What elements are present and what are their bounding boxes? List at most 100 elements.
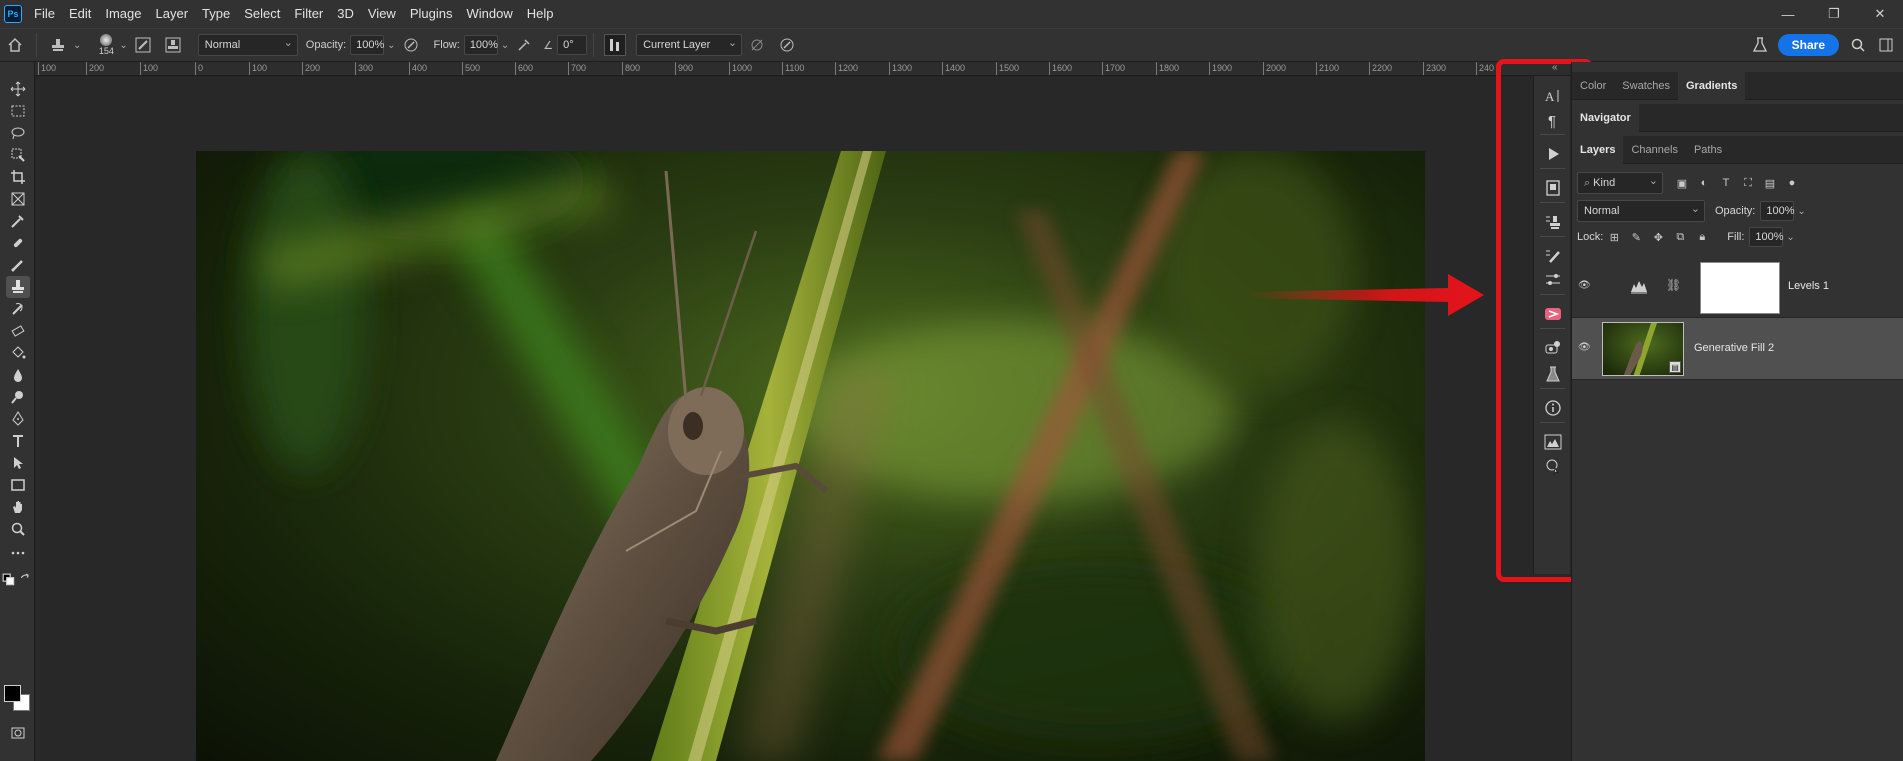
- menu-select[interactable]: Select: [237, 0, 287, 28]
- layer-mask-thumbnail[interactable]: [1700, 262, 1780, 314]
- hand-tool-icon[interactable]: [6, 496, 30, 518]
- chevron-down-icon[interactable]: ⌄: [73, 40, 81, 51]
- libraries-icon[interactable]: [1540, 302, 1566, 326]
- chevron-down-icon[interactable]: ⌄: [501, 40, 509, 51]
- filter-pixel-icon[interactable]: ▣: [1673, 174, 1691, 192]
- pressure-size-icon[interactable]: [776, 34, 798, 56]
- learn-icon[interactable]: [1540, 454, 1566, 478]
- mode-select[interactable]: Normal: [197, 34, 298, 56]
- adjustments-icon[interactable]: [1540, 268, 1566, 292]
- minimize-button[interactable]: —: [1765, 0, 1811, 28]
- clone-source-icon[interactable]: [1540, 210, 1566, 234]
- eye-icon[interactable]: 👁︎: [1578, 342, 1594, 354]
- layer-opacity-input[interactable]: 100%: [1760, 201, 1795, 221]
- lock-position-icon[interactable]: ✥: [1649, 228, 1667, 246]
- layer-name[interactable]: Generative Fill 2: [1694, 342, 1774, 354]
- chevron-down-icon[interactable]: ⌄: [119, 40, 127, 51]
- zoom-tool-icon[interactable]: [6, 518, 30, 540]
- menu-file[interactable]: File: [27, 0, 62, 28]
- grasshopper-photo[interactable]: [196, 151, 1425, 761]
- paint-bucket-tool-icon[interactable]: [6, 342, 30, 364]
- pressure-opacity-icon[interactable]: [400, 34, 422, 56]
- filter-adjustment-icon[interactable]: ◐: [1695, 174, 1713, 192]
- tab-color[interactable]: Color: [1572, 72, 1614, 100]
- eraser-tool-icon[interactable]: [6, 320, 30, 342]
- tab-layers[interactable]: Layers: [1572, 135, 1624, 164]
- filter-smart-object-icon[interactable]: ▤: [1761, 174, 1779, 192]
- brush-settings-toggle-icon[interactable]: [132, 34, 154, 56]
- lasso-tool-icon[interactable]: [6, 122, 30, 144]
- menu-filter[interactable]: Filter: [287, 0, 330, 28]
- home-icon[interactable]: [4, 34, 26, 56]
- document-canvas[interactable]: [36, 77, 1570, 761]
- airbrush-icon[interactable]: [513, 34, 535, 56]
- marquee-tool-icon[interactable]: [6, 100, 30, 122]
- properties-icon[interactable]: [1540, 176, 1566, 200]
- quick-mask-icon[interactable]: [6, 722, 30, 744]
- content-credentials-icon[interactable]: [1540, 336, 1566, 360]
- angle-input[interactable]: 0°: [557, 35, 588, 55]
- lock-all-icon[interactable]: 🔒︎: [1693, 228, 1711, 246]
- brush-tool-icon[interactable]: [6, 254, 30, 276]
- filter-toggle-icon[interactable]: ●: [1783, 174, 1801, 192]
- share-button[interactable]: Share: [1777, 34, 1839, 56]
- menu-window[interactable]: Window: [459, 0, 519, 28]
- blur-tool-icon[interactable]: [6, 364, 30, 386]
- frame-tool-icon[interactable]: [6, 188, 30, 210]
- chevron-down-icon[interactable]: ⌄: [387, 40, 395, 51]
- search-icon[interactable]: [1847, 34, 1869, 56]
- menu-help[interactable]: Help: [520, 0, 561, 28]
- link-icon[interactable]: ⛓: [1666, 278, 1681, 292]
- lock-artboard-icon[interactable]: ⧉: [1671, 228, 1689, 246]
- chevron-down-icon[interactable]: ⌄: [1786, 232, 1794, 243]
- layer-row-generative-fill[interactable]: 👁︎ ▤ Generative Fill 2: [1572, 318, 1903, 380]
- history-brush-tool-icon[interactable]: [6, 298, 30, 320]
- eye-icon[interactable]: 👁︎: [1578, 280, 1594, 292]
- pen-tool-icon[interactable]: [6, 408, 30, 430]
- menu-image[interactable]: Image: [98, 0, 148, 28]
- opacity-input[interactable]: 100%: [350, 35, 384, 55]
- dodge-tool-icon[interactable]: [6, 386, 30, 408]
- menu-plugins[interactable]: Plugins: [403, 0, 460, 28]
- layer-fill-input[interactable]: 100%: [1749, 227, 1784, 247]
- clone-source-toggle-icon[interactable]: [162, 34, 184, 56]
- menu-layer[interactable]: Layer: [149, 0, 196, 28]
- tab-gradients[interactable]: Gradients: [1678, 71, 1746, 100]
- type-tool-icon[interactable]: [6, 430, 30, 452]
- actions-icon[interactable]: [1540, 142, 1566, 166]
- menu-3d[interactable]: 3D: [330, 0, 361, 28]
- beaker-icon[interactable]: [1749, 34, 1771, 56]
- sample-select[interactable]: Current Layer: [636, 34, 743, 56]
- aligned-toggle-icon[interactable]: [604, 34, 627, 56]
- flow-input[interactable]: 100%: [463, 35, 498, 55]
- histogram-icon[interactable]: [1540, 430, 1566, 454]
- info-icon[interactable]: [1540, 396, 1566, 420]
- default-colors-icon[interactable]: [2, 573, 16, 586]
- tab-channels[interactable]: Channels: [1623, 136, 1685, 164]
- eyedropper-tool-icon[interactable]: [6, 210, 30, 232]
- clone-stamp-tool-icon[interactable]: [6, 276, 30, 298]
- foreground-color-swatch[interactable]: [4, 685, 21, 702]
- collapse-panels-icon[interactable]: «: [1552, 62, 1558, 73]
- rectangle-tool-icon[interactable]: [6, 474, 30, 496]
- crop-tool-icon[interactable]: [6, 166, 30, 188]
- paragraph-icon[interactable]: ¶: [1540, 108, 1566, 132]
- tab-paths[interactable]: Paths: [1686, 136, 1730, 164]
- tab-navigator[interactable]: Navigator: [1572, 103, 1639, 132]
- layer-name[interactable]: Levels 1: [1788, 280, 1829, 292]
- blend-mode-select[interactable]: Normal: [1577, 200, 1705, 222]
- brush-settings-icon[interactable]: [1540, 244, 1566, 268]
- lock-transparent-icon[interactable]: ⊞: [1605, 228, 1623, 246]
- chevron-down-icon[interactable]: ⌄: [1797, 206, 1805, 217]
- lock-image-icon[interactable]: ✎: [1627, 228, 1645, 246]
- workspace-icon[interactable]: [1875, 34, 1897, 56]
- object-selection-tool-icon[interactable]: [6, 144, 30, 166]
- layer-row-levels[interactable]: 👁︎ ⛓ Levels 1: [1572, 256, 1903, 318]
- close-button[interactable]: ✕: [1857, 0, 1903, 28]
- move-tool-icon[interactable]: [6, 78, 30, 100]
- brush-preview[interactable]: 154: [93, 34, 119, 56]
- swap-colors-icon[interactable]: [19, 573, 33, 586]
- character-icon[interactable]: A: [1540, 84, 1566, 108]
- filter-kind-select[interactable]: ⌕ Kind: [1577, 172, 1663, 194]
- menu-edit[interactable]: Edit: [62, 0, 98, 28]
